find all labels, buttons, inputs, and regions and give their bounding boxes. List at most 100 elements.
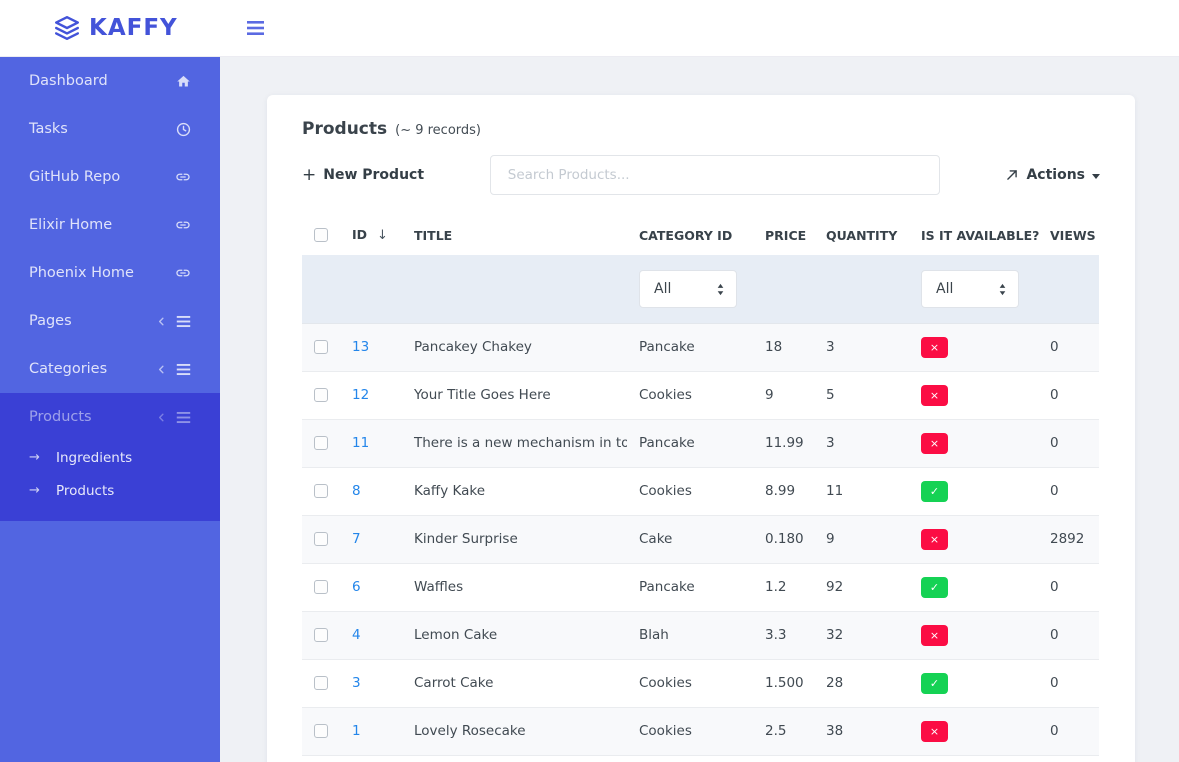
cell-price: 9 xyxy=(753,371,814,419)
row-checkbox[interactable] xyxy=(314,484,328,498)
sidebar-item-label: Products xyxy=(29,409,92,425)
menu-icon xyxy=(176,363,191,376)
sidebar-subitem-products[interactable]: → Products xyxy=(0,474,220,507)
availability-badge: × xyxy=(921,433,948,454)
row-id-link[interactable]: 1 xyxy=(352,723,361,739)
sidebar-item-elixir-home[interactable]: Elixir Home xyxy=(0,201,220,249)
cell-price: 2.5 xyxy=(753,707,814,755)
row-checkbox[interactable] xyxy=(314,628,328,642)
cell-title: Waffles xyxy=(402,563,627,611)
table-row: 13 Pancakey Chakey Pancake 18 3 × 0 xyxy=(302,323,1099,371)
sidebar: Dashboard Tasks GitHub Repo Elixir Home xyxy=(0,57,220,762)
arrow-up-right-icon xyxy=(1005,168,1019,182)
topbar: KAFFY xyxy=(0,0,1179,57)
cell-quantity: 32 xyxy=(814,611,909,659)
availability-badge: × xyxy=(921,385,948,406)
link-icon xyxy=(175,265,191,281)
cell-views: 0 xyxy=(1038,659,1099,707)
cell-title: Kaffy Kake xyxy=(402,467,627,515)
cell-price: 0.180 xyxy=(753,515,814,563)
filter-row: All All xyxy=(302,255,1099,323)
cell-views: 0 xyxy=(1038,371,1099,419)
sidebar-item-dashboard[interactable]: Dashboard xyxy=(0,57,220,105)
new-product-button[interactable]: + New Product xyxy=(302,165,424,185)
cell-category: Cookies xyxy=(627,659,753,707)
cell-views: 0 xyxy=(1038,707,1099,755)
row-checkbox[interactable] xyxy=(314,388,328,402)
menu-icon xyxy=(176,315,191,328)
arrow-right-icon: → xyxy=(29,450,56,465)
cell-title: Lemon Cake xyxy=(402,611,627,659)
sidebar-item-products[interactable]: Products xyxy=(0,393,220,441)
products-card: Products (~ 9 records) + New Product Act… xyxy=(267,95,1135,762)
column-header-title: TITLE xyxy=(402,219,627,255)
brand-logo: KAFFY xyxy=(54,15,196,41)
row-id-link[interactable]: 7 xyxy=(352,531,361,547)
category-filter-select[interactable]: All xyxy=(639,270,737,308)
arrow-right-icon: → xyxy=(29,483,56,498)
menu-toggle-button[interactable] xyxy=(246,20,265,36)
row-checkbox[interactable] xyxy=(314,340,328,354)
table-row: 6 Waffles Pancake 1.2 92 ✓ 0 xyxy=(302,563,1099,611)
sidebar-item-github-repo[interactable]: GitHub Repo xyxy=(0,153,220,201)
column-header-id[interactable]: ID↓ xyxy=(340,219,402,255)
select-arrows-icon xyxy=(998,282,1007,297)
row-checkbox[interactable] xyxy=(314,436,328,450)
main-content: Products (~ 9 records) + New Product Act… xyxy=(220,57,1179,762)
availability-badge: ✓ xyxy=(921,577,948,598)
row-checkbox[interactable] xyxy=(314,676,328,690)
search-input[interactable] xyxy=(490,155,940,195)
row-checkbox[interactable] xyxy=(314,532,328,546)
cell-quantity: 9 xyxy=(814,515,909,563)
cell-title: Your Title Goes Here xyxy=(402,371,627,419)
cell-category: Pancake xyxy=(627,563,753,611)
row-id-link[interactable]: 6 xyxy=(352,579,361,595)
sidebar-item-tasks[interactable]: Tasks xyxy=(0,105,220,153)
cell-category: Pancake xyxy=(627,419,753,467)
row-id-link[interactable]: 3 xyxy=(352,675,361,691)
sidebar-item-categories[interactable]: Categories xyxy=(0,345,220,393)
cell-quantity: 3 xyxy=(814,419,909,467)
row-checkbox[interactable] xyxy=(314,580,328,594)
cell-category: Cake xyxy=(627,515,753,563)
row-id-link[interactable]: 13 xyxy=(352,339,369,355)
cell-title: There is a new mechanism in town xyxy=(402,419,627,467)
table-row: 4 Lemon Cake Blah 3.3 32 × 0 xyxy=(302,611,1099,659)
hamburger-icon xyxy=(246,20,265,36)
products-table: ID↓ TITLE CATEGORY ID PRICE QUANTITY IS … xyxy=(302,219,1099,756)
cell-category: Blah xyxy=(627,611,753,659)
cell-views: 0 xyxy=(1038,419,1099,467)
cell-title: Carrot Cake xyxy=(402,659,627,707)
cell-quantity: 5 xyxy=(814,371,909,419)
cell-category: Cookies xyxy=(627,371,753,419)
availability-badge: ✓ xyxy=(921,673,948,694)
cell-views: 0 xyxy=(1038,563,1099,611)
row-id-link[interactable]: 11 xyxy=(352,435,369,451)
cell-price: 1.2 xyxy=(753,563,814,611)
cell-price: 8.99 xyxy=(753,467,814,515)
row-checkbox[interactable] xyxy=(314,724,328,738)
sidebar-item-pages[interactable]: Pages xyxy=(0,297,220,345)
actions-dropdown-button[interactable]: Actions xyxy=(1005,167,1100,183)
cell-category: Cookies xyxy=(627,707,753,755)
sidebar-item-label: Dashboard xyxy=(29,73,108,89)
table-row: 7 Kinder Surprise Cake 0.180 9 × 2892 xyxy=(302,515,1099,563)
row-id-link[interactable]: 12 xyxy=(352,387,369,403)
sidebar-subitem-ingredients[interactable]: → Ingredients xyxy=(0,441,220,474)
row-id-link[interactable]: 8 xyxy=(352,483,361,499)
sidebar-item-label: Phoenix Home xyxy=(29,265,134,281)
cell-category: Pancake xyxy=(627,323,753,371)
cell-price: 3.3 xyxy=(753,611,814,659)
availability-badge: × xyxy=(921,337,948,358)
sidebar-item-phoenix-home[interactable]: Phoenix Home xyxy=(0,249,220,297)
plus-icon: + xyxy=(302,165,316,185)
column-header-views: VIEWS xyxy=(1038,219,1099,255)
availability-badge: ✓ xyxy=(921,481,948,502)
row-id-link[interactable]: 4 xyxy=(352,627,361,643)
table-row: 11 There is a new mechanism in town Panc… xyxy=(302,419,1099,467)
home-icon xyxy=(176,74,191,89)
select-all-checkbox[interactable] xyxy=(314,228,328,242)
available-filter-select[interactable]: All xyxy=(921,270,1019,308)
sidebar-item-label: Elixir Home xyxy=(29,217,112,233)
availability-badge: × xyxy=(921,625,948,646)
